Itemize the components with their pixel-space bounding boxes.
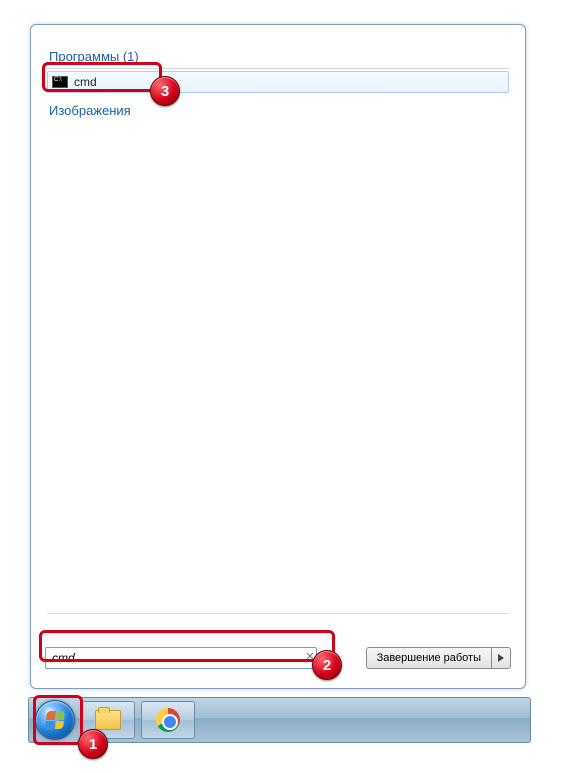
search-input[interactable] — [45, 647, 317, 669]
windows-logo-icon — [45, 711, 65, 729]
start-menu-bottom-bar: ✕ Завершение работы — [45, 646, 511, 670]
shutdown-split-button: Завершение работы — [366, 647, 511, 669]
start-button[interactable] — [35, 700, 75, 740]
section-images-header: Изображения — [47, 99, 509, 122]
shutdown-menu-arrow[interactable] — [491, 647, 511, 669]
taskbar-chrome-button[interactable] — [141, 701, 195, 739]
search-results: Программы (1) cmd Изображения — [47, 45, 509, 614]
taskbar-explorer-button[interactable] — [81, 701, 135, 739]
search-result-cmd[interactable]: cmd — [47, 71, 509, 93]
chrome-icon — [156, 708, 180, 732]
folder-icon — [95, 710, 121, 730]
taskbar — [28, 697, 531, 743]
shutdown-button[interactable]: Завершение работы — [366, 647, 491, 669]
section-programs-header: Программы (1) — [47, 45, 509, 69]
clear-search-icon[interactable]: ✕ — [303, 650, 317, 664]
chevron-right-icon — [498, 654, 504, 662]
start-menu-panel: Программы (1) cmd Изображения ✕ Завершен… — [30, 24, 526, 689]
cmd-icon — [52, 76, 68, 88]
search-result-label: cmd — [74, 75, 97, 89]
